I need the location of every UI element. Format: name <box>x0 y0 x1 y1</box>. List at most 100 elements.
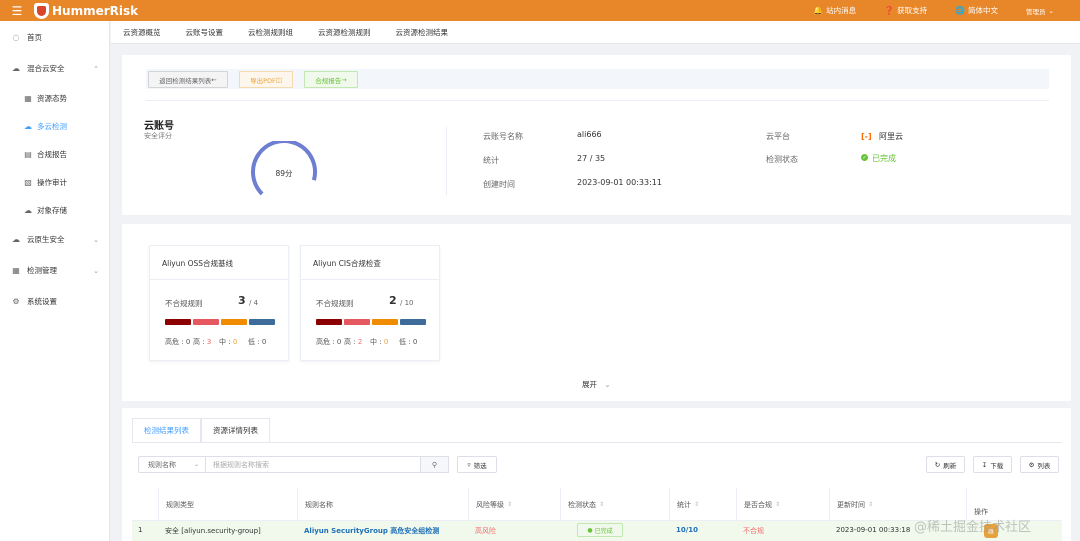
created-label: 创建时间 <box>483 180 515 189</box>
critical-label: 高危 : <box>316 338 337 346</box>
download-button[interactable]: ↧ 下载 <box>973 456 1012 473</box>
row-updated: 2023-09-01 00:33:18 <box>836 526 911 534</box>
columns-button[interactable]: ⚙ 列表 <box>1020 456 1059 473</box>
row-index: 1 <box>138 526 143 534</box>
user-label: 管理员 <box>1026 7 1046 16</box>
high-label: 高 : <box>193 338 207 346</box>
expand-toggle[interactable]: 展开 ⌄ <box>582 379 611 390</box>
high-count: 高 : 3 <box>193 337 211 347</box>
language-switch[interactable]: 🌐 简体中文 <box>955 5 998 16</box>
watermark: @稀土掘金技术社区 <box>914 520 1032 535</box>
hamburger-menu-icon[interactable]: ☰ <box>0 0 34 21</box>
pdf-icon: ◫ <box>275 75 282 84</box>
sidebar-label: 检测管理 <box>27 266 57 275</box>
chevron-down-icon: ⌄ <box>604 380 611 389</box>
refresh-icon: ↻ <box>934 460 941 469</box>
sidebar-item-home[interactable]: ◌ 首页 <box>0 22 109 53</box>
select-value: 规则名称 <box>148 460 176 469</box>
sort-icon: ⇕ <box>694 501 700 508</box>
search-button[interactable]: ⚲ <box>420 456 449 473</box>
compliance-report-button[interactable]: 合规报告 → <box>304 71 358 88</box>
refresh-button[interactable]: ↻ 刷新 <box>926 456 965 473</box>
filter-label: 筛选 <box>473 461 487 470</box>
tab-resource-rules[interactable]: 云资源检测规则 <box>318 27 371 38</box>
column-header-check-status[interactable]: 检测状态 ⇕ <box>560 488 669 521</box>
cloud-native-icon: ☁ <box>12 235 20 244</box>
sort-icon: ⇕ <box>868 501 874 508</box>
sidebar-item-cloud-native[interactable]: ☁ 云原生安全 ⌄ <box>0 224 109 255</box>
help-icon: ❓ <box>884 6 895 15</box>
medium-value: 0 <box>232 338 238 346</box>
row-stats[interactable]: 10/10 <box>676 526 698 534</box>
benchmark-box[interactable]: Aliyun OSS合规基线 不合规规则 3 / 4 高危 : 0 高 : 3 … <box>149 245 289 361</box>
search-icon: ⚲ <box>431 460 438 469</box>
column-header-rule-name[interactable]: 规则名称 <box>297 488 468 521</box>
columns-label: 列表 <box>1037 461 1051 470</box>
messages-link[interactable]: 🔔 站内消息 <box>813 5 856 16</box>
row-rule-name[interactable]: Aliyun SecurityGroup 高危安全组检测 <box>304 526 439 536</box>
back-to-results-button[interactable]: 返回检测结果列表 ← <box>148 71 228 88</box>
score-value: 89分 <box>275 169 293 178</box>
benchmark-box[interactable]: Aliyun CIS合规检查 不合规规则 2 / 10 高危 : 0 高 : 2… <box>300 245 440 361</box>
sidebar-item-object-storage[interactable]: ☁ 对象存储 <box>0 196 109 224</box>
sidebar-item-operation-audit[interactable]: ▧ 操作审计 <box>0 168 109 196</box>
sidebar: ◌ 首页 ☁ 混合云安全 ⌃ ▦ 资源态势 ☁ 多云检测 ▤ 合规报告 ▧ 操作… <box>0 21 110 541</box>
tab-resource-overview[interactable]: 云资源概览 <box>123 27 161 38</box>
app-logo[interactable]: HummerRisk <box>34 2 139 19</box>
refresh-label: 刷新 <box>943 461 957 470</box>
globe-icon: 🌐 <box>955 6 966 15</box>
severity-bar-high <box>193 319 219 325</box>
severity-bar-critical <box>316 319 342 325</box>
back-label: 返回检测结果列表 <box>159 76 212 85</box>
sidebar-item-check-mgmt[interactable]: ▦ 检测管理 ⌄ <box>0 255 109 286</box>
sidebar-label: 混合云安全 <box>27 64 65 73</box>
header-label: 统计 <box>677 500 691 509</box>
divider <box>301 279 439 280</box>
column-header-compliant[interactable]: 是否合规 ⇕ <box>736 488 829 521</box>
rule-total: / 10 <box>400 299 414 307</box>
row-risk-level: 高风险 <box>475 527 496 535</box>
low-label: 低 : <box>248 338 262 346</box>
tab-check-results-list[interactable]: 检测结果列表 <box>132 418 201 442</box>
row-rule-type: 安全 [aliyun.security-group] <box>165 527 261 535</box>
tab-check-results[interactable]: 云资源检测结果 <box>396 27 449 38</box>
download-label: 下载 <box>990 461 1004 470</box>
page-tabs: 云资源概览 云账号设置 云检测规则组 云资源检测规则 云资源检测结果 <box>111 21 1080 44</box>
storage-icon: ☁ <box>24 205 32 215</box>
user-menu[interactable]: 管理员 ⌄ <box>1026 6 1054 16</box>
medium-label: 中 : <box>219 338 233 346</box>
divider <box>146 100 1049 101</box>
tab-resource-details[interactable]: 资源详情列表 <box>201 418 270 442</box>
tab-account-settings[interactable]: 云账号设置 <box>186 27 224 38</box>
support-link[interactable]: ❓ 获取支持 <box>884 5 927 16</box>
chevron-down-icon: ⌄ <box>93 266 99 275</box>
export-pdf-label: 导出PDF <box>250 76 276 85</box>
app-name: HummerRisk <box>52 3 139 18</box>
severity-bar-high <box>344 319 370 325</box>
noncompliant-count: 2 <box>389 294 397 307</box>
column-header-stats[interactable]: 统计 ⇕ <box>669 488 736 521</box>
vertical-divider <box>446 127 447 195</box>
sidebar-item-hybrid-cloud[interactable]: ☁ 混合云安全 ⌃ <box>0 53 109 84</box>
export-pdf-button[interactable]: 导出PDF ◫ <box>239 71 293 88</box>
high-value: 2 <box>357 338 363 346</box>
sidebar-label: 对象存储 <box>37 205 67 215</box>
sidebar-label: 资源态势 <box>37 93 67 103</box>
column-header-rule-type[interactable]: 规则类型 <box>158 488 297 521</box>
sidebar-label: 云原生安全 <box>27 235 65 244</box>
sidebar-item-resource-situation[interactable]: ▦ 资源态势 <box>0 84 109 112</box>
column-header-risk-level[interactable]: 风险等级 ⇕ <box>468 488 560 521</box>
critical-value: 0 <box>185 338 191 346</box>
gear-icon: ⚙ <box>1028 460 1035 469</box>
search-field-select[interactable]: 规则名称 ⌄ <box>138 456 206 473</box>
severity-bar-medium <box>372 319 398 325</box>
search-input[interactable]: 根据规则名称搜索 <box>206 456 421 473</box>
sidebar-label: 合规报告 <box>37 149 67 159</box>
tab-rule-groups[interactable]: 云检测规则组 <box>248 27 293 38</box>
filter-button[interactable]: ▿ 筛选 <box>457 456 497 473</box>
sidebar-item-compliance-report[interactable]: ▤ 合规报告 <box>0 140 109 168</box>
low-value: 0 <box>412 338 418 346</box>
sidebar-item-multi-cloud-check[interactable]: ☁ 多云检测 <box>0 112 109 140</box>
action-bar: 返回检测结果列表 ← 导出PDF ◫ 合规报告 → <box>146 69 1049 89</box>
sidebar-item-system-settings[interactable]: ⚙ 系统设置 <box>0 286 109 317</box>
